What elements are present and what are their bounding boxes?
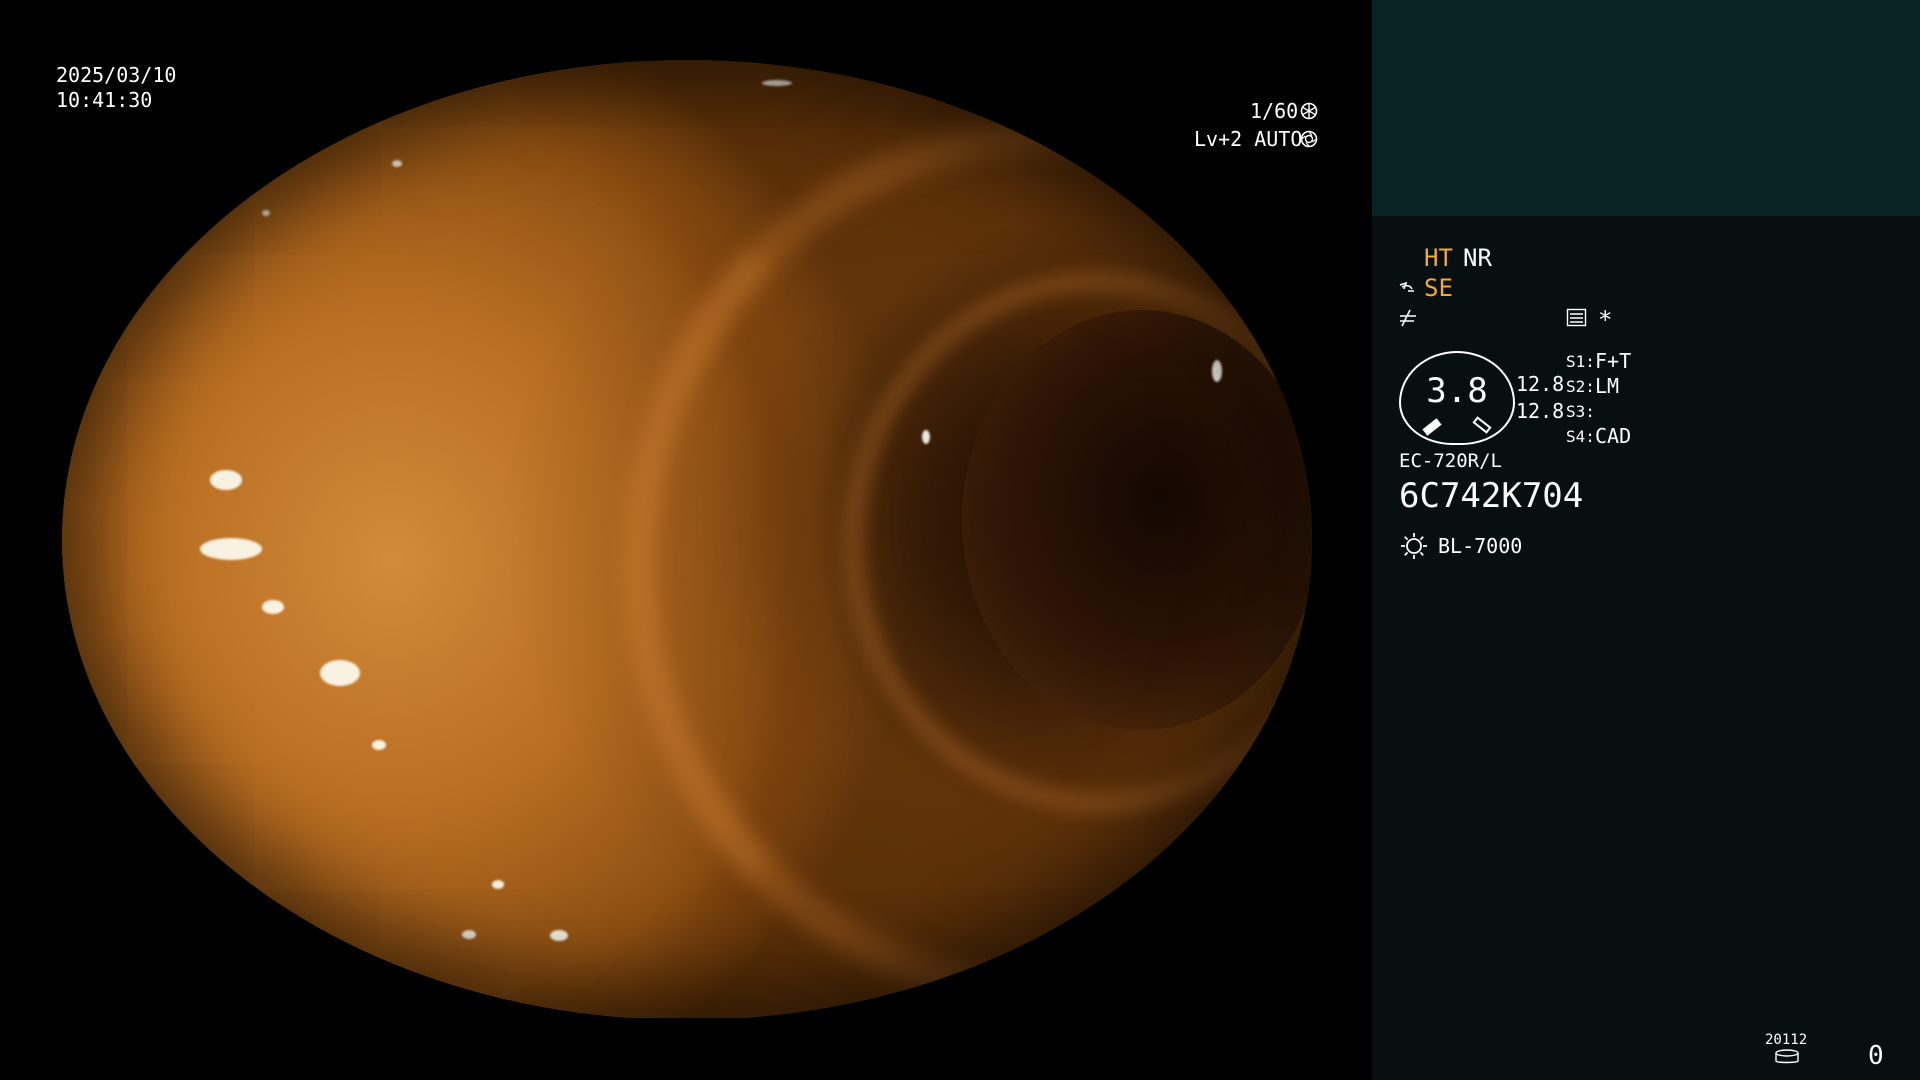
asterisk-indicator: * [1598, 306, 1613, 334]
shutter-label: 1/60 [1250, 99, 1299, 123]
storage-counter-label: 20112 [1765, 1032, 1808, 1048]
switch-s2-value: LM [1595, 374, 1620, 398]
settings-list-icon [1566, 308, 1587, 327]
storage-icon [1775, 1049, 1799, 1064]
scope-serial-label: 6C742K704 [1399, 476, 1584, 516]
switch-s4-key: S4: [1566, 427, 1595, 446]
switch-s1-key: S1: [1566, 352, 1595, 371]
level-label: Lv+2 AUTO [1194, 127, 1303, 151]
gauge-sub-value-2: 12.8 [1516, 399, 1565, 423]
aperture-icon [1300, 102, 1318, 120]
ht-mode-label: HT [1424, 244, 1453, 272]
scope-model-label: EC-720R/L [1399, 450, 1502, 472]
gauge-indicator-filled [1422, 418, 1442, 436]
frame-mask-top [0, 0, 1372, 60]
nr-mode-label: NR [1463, 244, 1492, 272]
scope-vignette [62, 60, 1312, 1020]
switch-s4-value: CAD [1595, 424, 1632, 448]
iris-icon [1300, 130, 1318, 148]
frame-mask-bottom [0, 1018, 1372, 1080]
switch-s3-key: S3: [1566, 402, 1595, 421]
gauge-sub-value-1: 12.8 [1516, 372, 1565, 396]
storage-counter-value: 0 [1868, 1041, 1884, 1071]
switch-s2-key: S2: [1566, 377, 1595, 396]
color-tone-icon [1400, 309, 1416, 327]
magnification-gauge: 3.8 [1399, 351, 1515, 445]
endoscopic-view [62, 60, 1312, 1020]
endoscope-image-area: 2025/03/10 10:41:30 1/60 Lv+2 AUTO [0, 0, 1372, 1080]
gauge-indicator-outline [1472, 416, 1492, 434]
structure-enhance-icon [1399, 281, 1414, 292]
gauge-value: 3.8 [1426, 371, 1488, 411]
light-source-label: BL-7000 [1438, 534, 1523, 558]
light-source-icon [1401, 533, 1427, 559]
se-mode-label: SE [1424, 274, 1453, 302]
date-label: 2025/03/10 [56, 63, 177, 87]
panel-header-area [1372, 0, 1920, 216]
status-panel: HT NR SE * 3.8 12.8 12.8 S1: F+T S2: LM … [1372, 0, 1920, 1080]
switch-s1-value: F+T [1595, 349, 1632, 373]
time-label: 10:41:30 [56, 88, 153, 112]
